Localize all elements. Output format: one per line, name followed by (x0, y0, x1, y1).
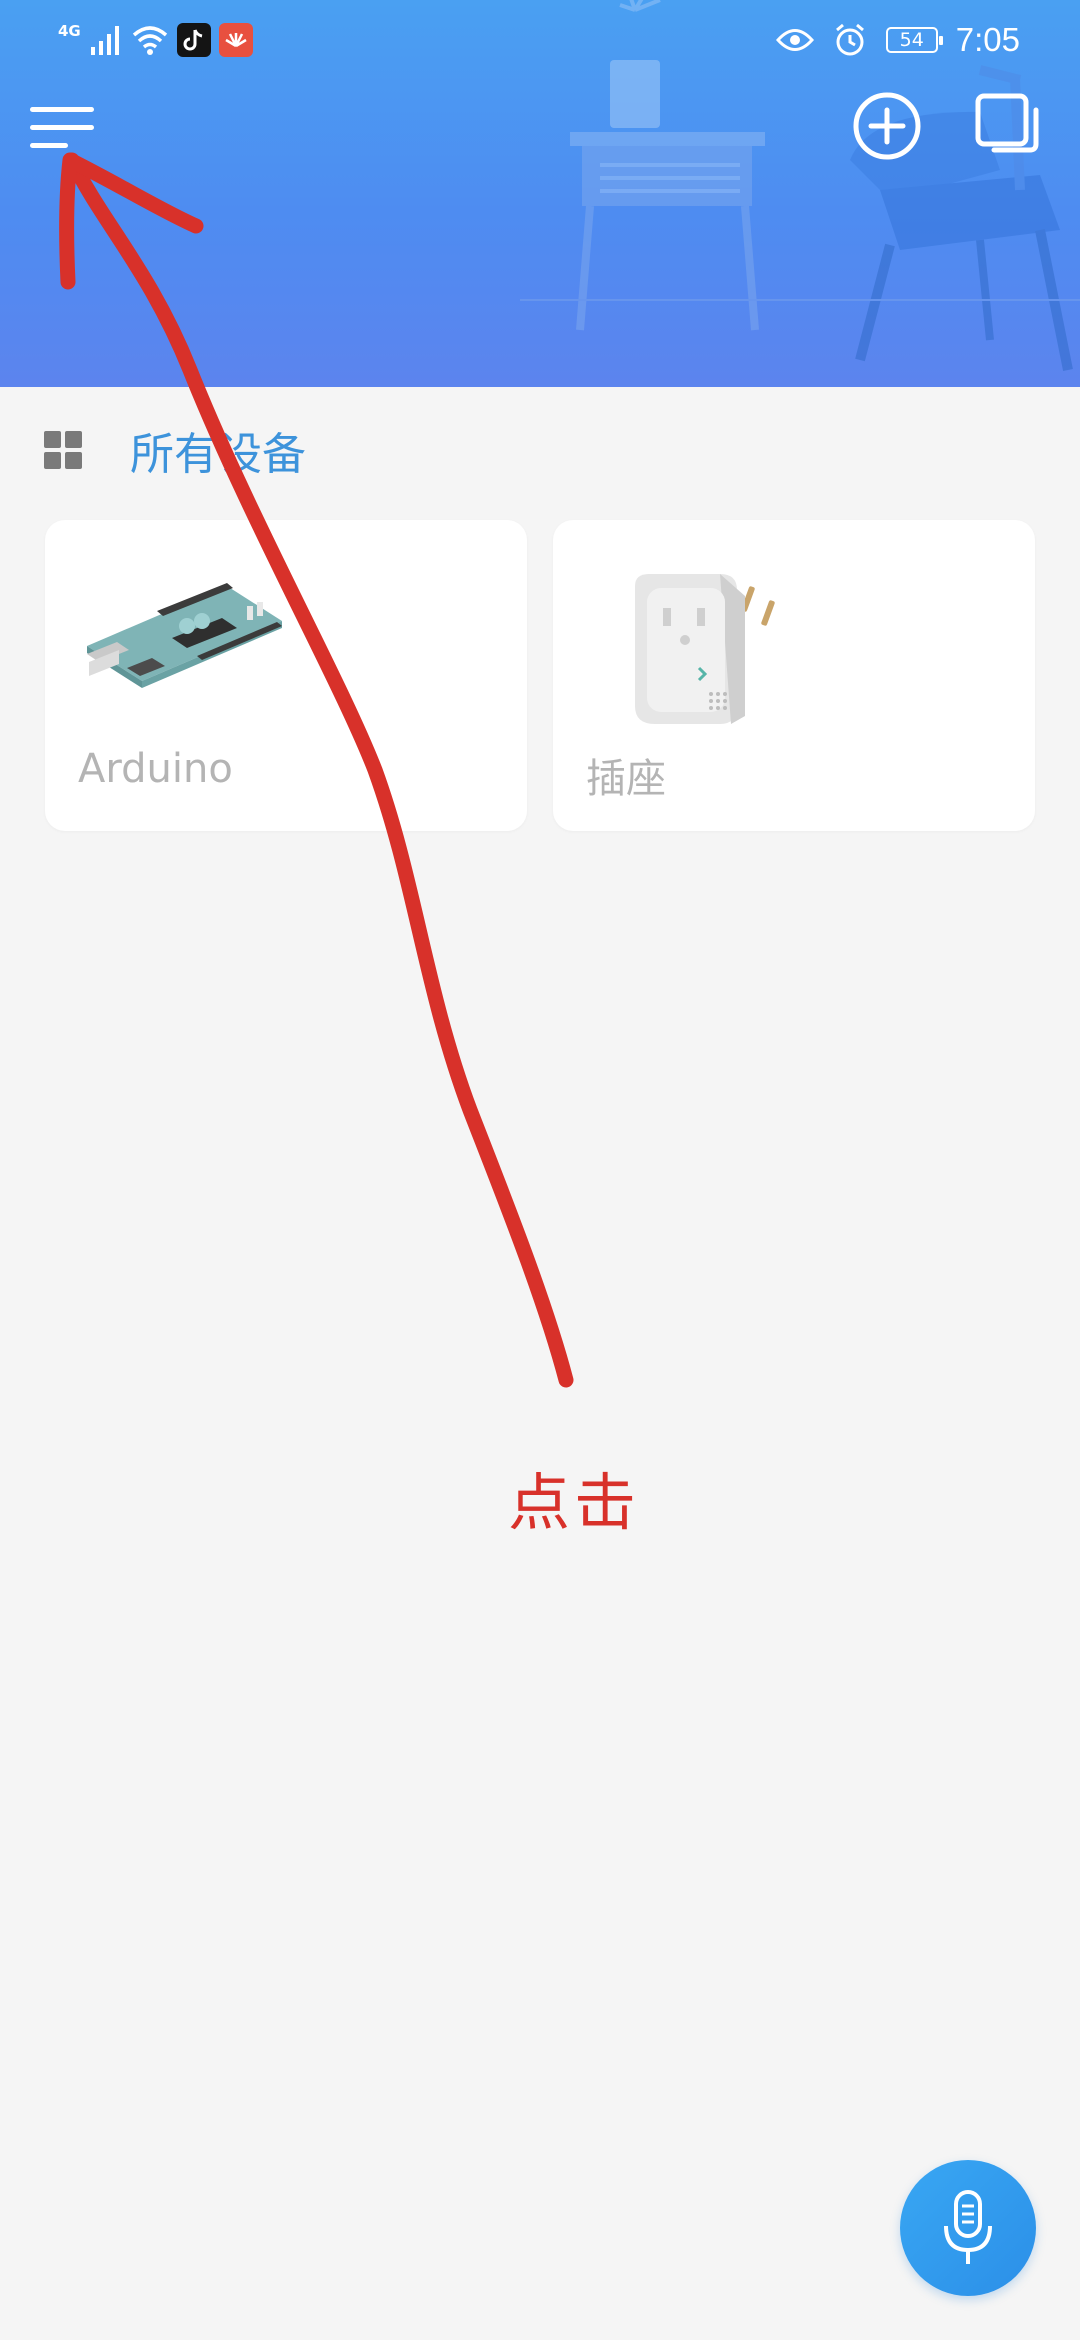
status-left-group: 4G (58, 18, 253, 62)
add-circle-icon[interactable] (852, 91, 922, 161)
device-name-socket: 插座 (586, 756, 666, 802)
arduino-board-image (87, 583, 282, 688)
voice-button[interactable] (900, 2160, 1036, 2296)
grid-icon (44, 431, 82, 469)
section-header: 所有设备 (44, 420, 306, 480)
device-name-arduino: Arduino (78, 746, 233, 792)
annotation-label: 点击 (508, 1466, 641, 1539)
status-right-group: 54 7:05 (775, 12, 1020, 68)
alarm-icon (835, 23, 864, 56)
microphone-icon (944, 2190, 992, 2264)
network-type-label: 4G (58, 22, 81, 40)
multi-window-icon[interactable] (974, 92, 1044, 162)
huawei-icon (218, 23, 253, 57)
signal-icon (90, 26, 119, 55)
wifi-icon (132, 26, 167, 55)
eye-icon (775, 29, 814, 51)
status-time: 7:05 (955, 21, 1020, 58)
header-banner: 4G 54 7:05 (0, 0, 1080, 387)
section-title: 所有设备 (130, 429, 306, 480)
smart-socket-image (635, 574, 775, 724)
device-card-socket[interactable]: 插座 (553, 520, 1035, 831)
battery-icon: 54 (885, 27, 943, 53)
device-card-arduino[interactable]: Arduino (45, 520, 527, 831)
battery-level: 54 (899, 29, 924, 51)
status-bar: 4G 54 7:05 (0, 0, 1080, 80)
menu-icon[interactable] (30, 94, 102, 160)
tiktok-icon (176, 23, 211, 57)
